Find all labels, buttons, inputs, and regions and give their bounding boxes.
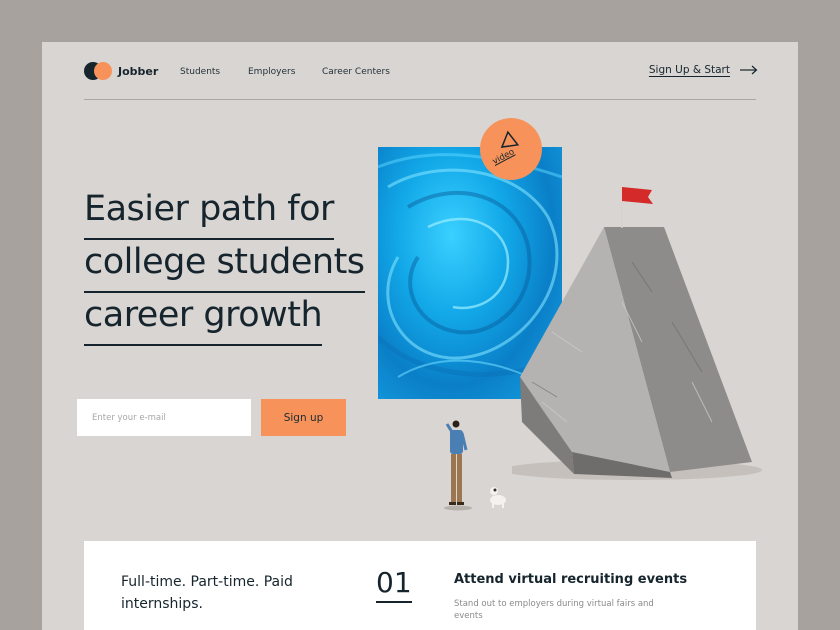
flag-icon <box>621 187 653 228</box>
feature-card: Full-time. Part-time. Paid internships. … <box>84 541 756 630</box>
signup-start-link[interactable]: Sign Up & Start <box>649 64 758 76</box>
mountain-rock-illustration <box>512 187 762 480</box>
headline-line-2: college students <box>84 241 365 293</box>
email-input[interactable] <box>77 399 251 436</box>
nav-students[interactable]: Students <box>180 67 220 77</box>
signup-button[interactable]: Sign up <box>261 399 346 436</box>
brand-logo[interactable]: Jobber <box>84 62 158 80</box>
person-and-dog-illustration <box>444 420 506 511</box>
headline-line-3: career growth <box>84 294 323 346</box>
headline-line-1: Easier path for <box>84 188 334 240</box>
signup-start-label: Sign Up & Start <box>648 64 730 76</box>
job-types-text: Full-time. Part-time. Paid internships. <box>121 574 293 612</box>
header-divider <box>84 99 756 100</box>
arrow-right-icon <box>740 65 758 75</box>
landing-page: Jobber Students Employers Career Centers… <box>42 42 798 630</box>
feature-title: Attend virtual recruiting events <box>454 572 688 587</box>
nav-career-centers[interactable]: Career Centers <box>322 67 390 77</box>
video-play-button[interactable]: video <box>480 118 542 180</box>
feature-description: Stand out to employers during virtual fa… <box>454 599 654 621</box>
brand-name: Jobber <box>118 64 159 78</box>
logo-icon <box>84 62 112 80</box>
feature-number: 01 <box>376 567 412 603</box>
hero-headline: Easier path for college students career … <box>84 188 365 347</box>
nav-employers[interactable]: Employers <box>248 67 295 77</box>
